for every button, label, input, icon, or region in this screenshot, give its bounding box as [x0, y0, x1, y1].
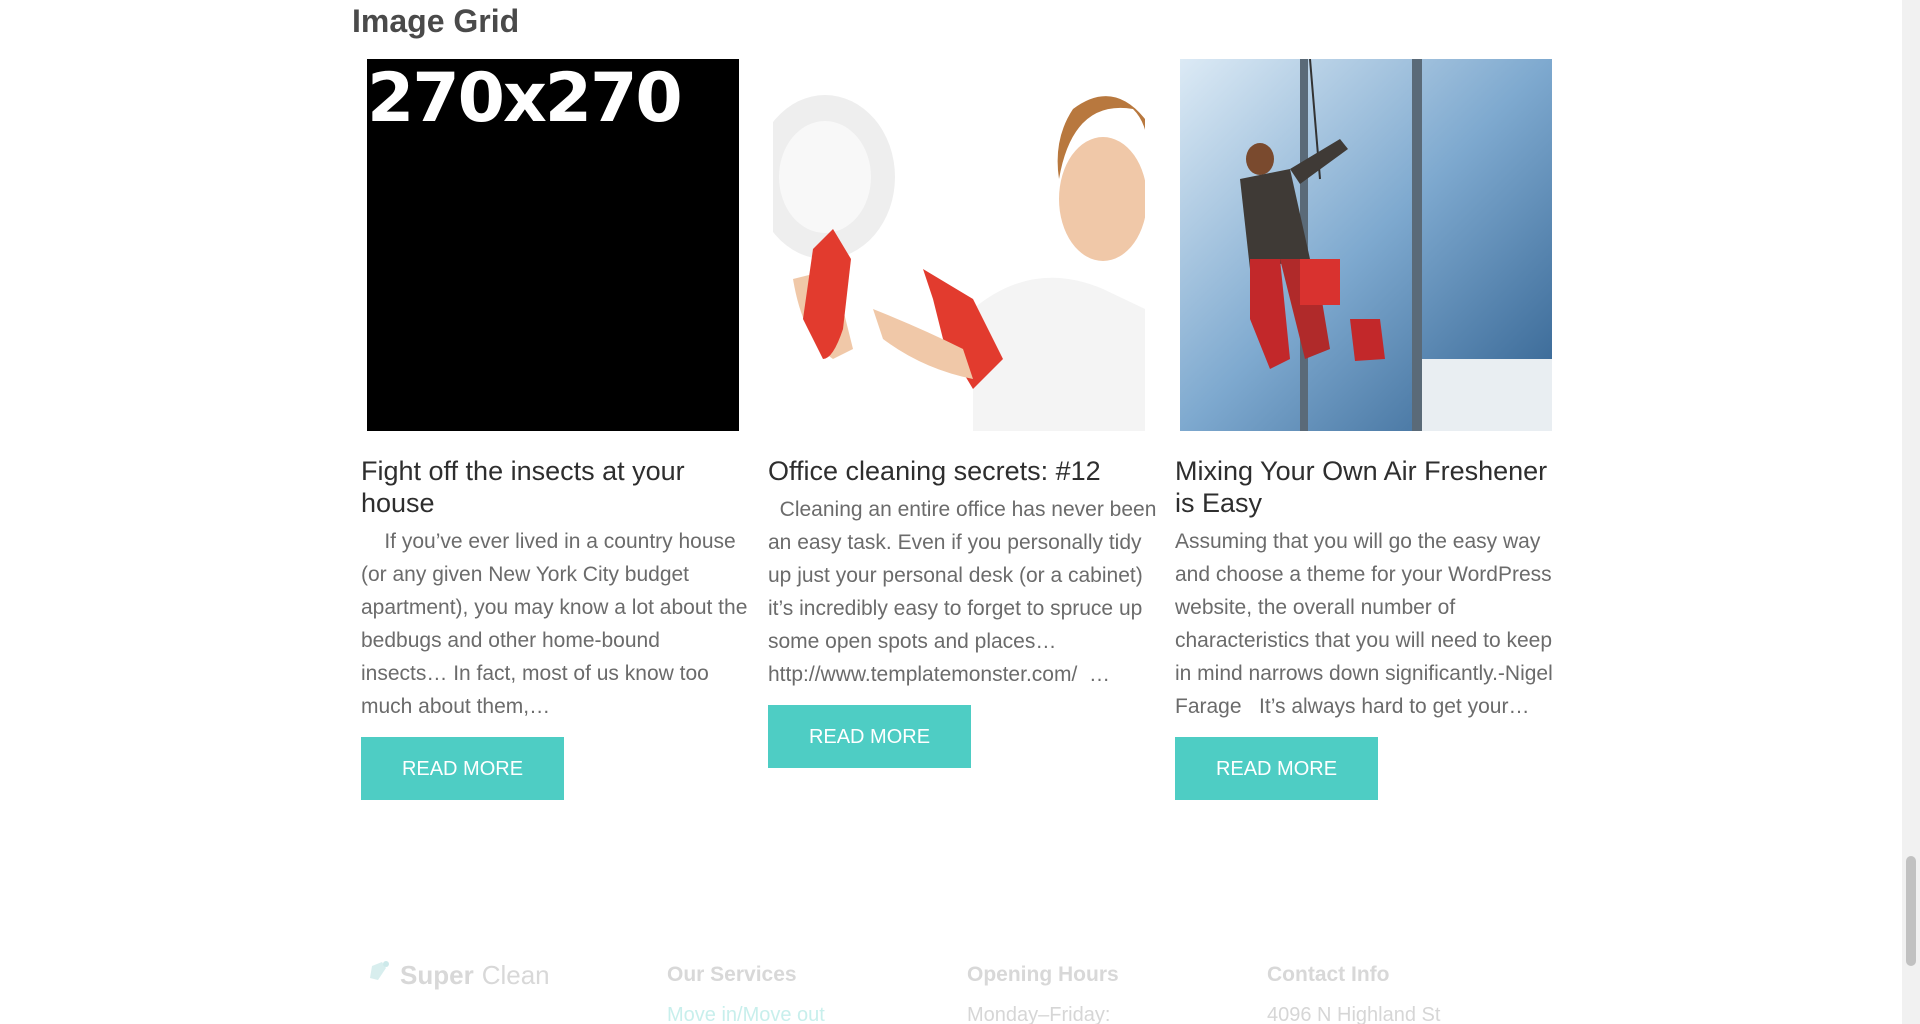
- placeholder-label: 270x270: [367, 59, 683, 138]
- footer-logo[interactable]: Super Clean: [366, 955, 550, 995]
- footer-hours: Opening Hours Monday–Friday:: [967, 955, 1119, 1024]
- logo-bold-text: Super: [400, 960, 474, 990]
- post-title[interactable]: Mixing Your Own Air Freshener is Easy: [1175, 455, 1565, 519]
- read-more-button[interactable]: READ MORE: [768, 705, 971, 768]
- read-more-button[interactable]: READ MORE: [361, 737, 564, 800]
- post-excerpt: Assuming that you will go the easy way a…: [1175, 530, 1559, 718]
- post-thumbnail-placeholder[interactable]: 270x270: [367, 59, 739, 431]
- footer-service-link[interactable]: Move in/Move out: [667, 1000, 825, 1024]
- post-card: Office cleaning secrets: #12 Cleaning an…: [768, 59, 1158, 768]
- post-thumbnail-window-washer[interactable]: [1180, 59, 1552, 431]
- footer-contact: Contact Info 4096 N Highland St: [1267, 955, 1440, 1024]
- site-footer: Super Clean Our Services Move in/Move out…: [0, 955, 1902, 1024]
- section-title: Image Grid: [352, 3, 520, 39]
- post-excerpt: Cleaning an entire office has never been…: [768, 498, 1163, 686]
- window-washer-image: [1180, 59, 1552, 431]
- cleaning-woman-image: [773, 59, 1145, 431]
- post-title[interactable]: Fight off the insects at your house: [361, 455, 751, 519]
- footer-services: Our Services Move in/Move out: [667, 955, 825, 1024]
- post-excerpt: If you’ve ever lived in a country house …: [361, 530, 754, 718]
- footer-hours-line: Monday–Friday:: [967, 1004, 1111, 1024]
- page: Image Grid 270x270 Fight off the insects…: [0, 0, 1902, 1024]
- scrollbar-thumb[interactable]: [1906, 856, 1916, 966]
- logo-light-text: Clean: [481, 960, 550, 990]
- vertical-scrollbar[interactable]: [1902, 0, 1920, 1024]
- post-card: Mixing Your Own Air Freshener is Easy As…: [1175, 59, 1565, 800]
- post-thumbnail-cleaning-woman[interactable]: [773, 59, 1145, 431]
- footer-heading-contact: Contact Info: [1267, 963, 1390, 986]
- spray-bottle-icon: [366, 955, 392, 995]
- footer-contact-line: 4096 N Highland St: [1267, 1004, 1441, 1024]
- post-card: 270x270 Fight off the insects at your ho…: [361, 59, 751, 800]
- footer-heading-hours: Opening Hours: [967, 963, 1119, 986]
- post-title[interactable]: Office cleaning secrets: #12: [768, 455, 1158, 487]
- footer-heading-services: Our Services: [667, 963, 797, 986]
- read-more-button[interactable]: READ MORE: [1175, 737, 1378, 800]
